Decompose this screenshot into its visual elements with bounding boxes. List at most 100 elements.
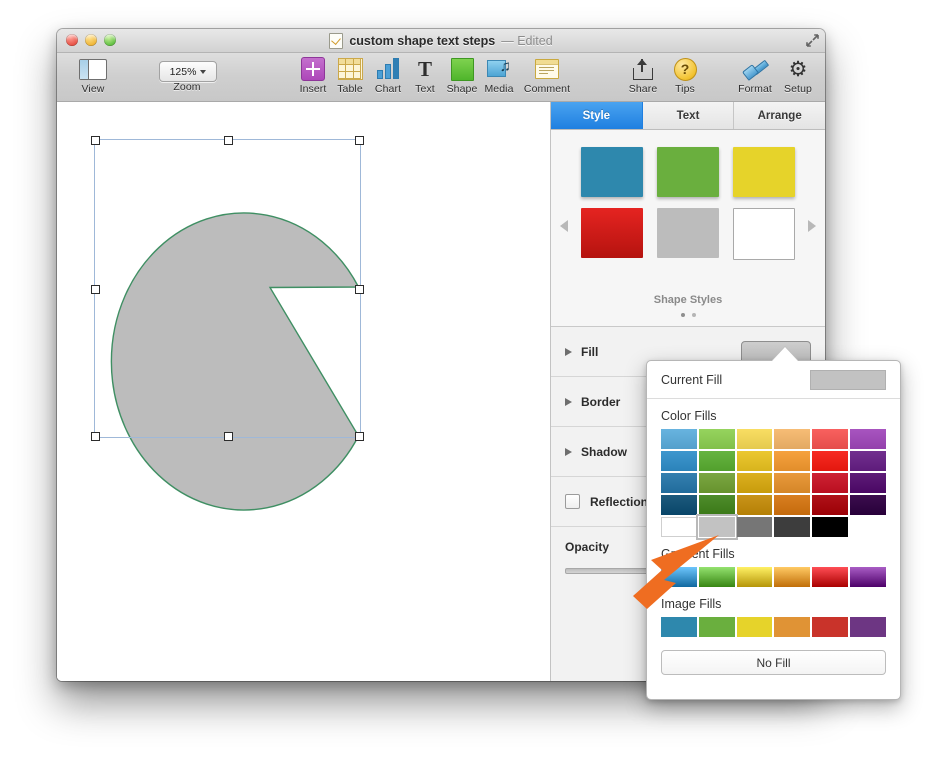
color-swatch-r5-c5[interactable] xyxy=(812,517,849,537)
shape-style-swatch-6[interactable] xyxy=(733,208,795,260)
color-swatch-r4-c1[interactable] xyxy=(661,495,697,515)
image-swatch-3[interactable] xyxy=(736,617,773,637)
color-swatch-r2-c4[interactable] xyxy=(774,451,811,471)
toolbar-button-setup[interactable]: ⚙ Setup xyxy=(771,57,825,96)
color-swatch-r4-c6[interactable] xyxy=(850,495,886,515)
gradient-swatch-4[interactable] xyxy=(774,567,811,587)
color-swatch-r4-c4[interactable] xyxy=(774,495,811,515)
color-swatch-r2-c2[interactable] xyxy=(698,451,735,471)
disclosure-triangle-icon[interactable] xyxy=(565,447,572,456)
color-swatch-r5-c4[interactable] xyxy=(774,517,811,537)
color-swatch-r3-c2[interactable] xyxy=(698,473,735,493)
color-fills-section: Color Fills xyxy=(647,399,900,540)
color-swatch-r4-c5[interactable] xyxy=(812,495,849,515)
color-swatch-r1-c5[interactable] xyxy=(812,429,849,449)
image-swatch-6[interactable] xyxy=(850,617,886,637)
image-swatch-5[interactable] xyxy=(812,617,849,637)
resize-handle-bottom-right[interactable] xyxy=(355,432,364,441)
resize-handle-middle-right[interactable] xyxy=(355,284,364,294)
color-swatch-r1-c3[interactable] xyxy=(736,429,773,449)
main-toolbar: View 125% Zoom Insert Table Chart T Text… xyxy=(57,53,825,102)
toolbar-label-tips: Tips xyxy=(675,83,695,95)
color-fills-grid xyxy=(661,429,886,540)
page-dot-2[interactable] xyxy=(691,313,696,317)
page-dot-1[interactable] xyxy=(680,313,685,317)
shape-style-swatch-4[interactable] xyxy=(581,208,643,258)
text-t-icon: T xyxy=(417,57,432,81)
color-swatch-r2-c5[interactable] xyxy=(812,451,849,471)
popover-tail xyxy=(772,347,798,361)
color-swatch-r1-c6[interactable] xyxy=(850,429,886,449)
gradient-fills-strip xyxy=(661,567,886,587)
image-swatch-1[interactable] xyxy=(661,617,697,637)
disclosure-triangle-icon[interactable] xyxy=(565,347,572,356)
image-swatch-4[interactable] xyxy=(774,617,811,637)
chevron-down-icon xyxy=(200,69,207,74)
image-fills-label: Image Fills xyxy=(661,597,722,611)
document-icon xyxy=(329,32,344,49)
color-swatch-r1-c1[interactable] xyxy=(661,429,697,449)
shape-style-swatch-5[interactable] xyxy=(657,208,719,258)
tab-style[interactable]: Style xyxy=(551,102,643,129)
resize-handle-top-center[interactable] xyxy=(223,136,233,145)
color-swatch-r3-c3[interactable] xyxy=(736,473,773,493)
shape-square-icon xyxy=(450,57,474,81)
styles-prev-arrow-icon[interactable] xyxy=(560,220,568,232)
format-brush-icon xyxy=(741,57,769,81)
fullscreen-icon[interactable] xyxy=(805,33,820,48)
toolbar-label-view: View xyxy=(81,83,105,95)
color-swatch-r5-c3[interactable] xyxy=(736,517,773,537)
shape-style-swatch-2[interactable] xyxy=(657,147,719,197)
color-swatch-r4-c2[interactable] xyxy=(698,495,735,515)
slide-sheet[interactable] xyxy=(57,102,550,681)
gradient-swatch-3[interactable] xyxy=(736,567,773,587)
color-swatch-r3-c6[interactable] xyxy=(850,473,886,493)
color-swatch-r5-c2[interactable] xyxy=(695,514,738,540)
zoom-level-value: 125% xyxy=(169,65,197,78)
image-swatch-2[interactable] xyxy=(698,617,735,637)
styles-next-arrow-icon[interactable] xyxy=(808,220,816,232)
gradient-swatch-6[interactable] xyxy=(850,567,886,587)
color-swatch-r4-c3[interactable] xyxy=(736,495,773,515)
color-swatch-r3-c5[interactable] xyxy=(812,473,849,493)
gradient-swatch-5[interactable] xyxy=(812,567,849,587)
toolbar-label-zoom: Zoom xyxy=(173,81,201,93)
shape-styles-pane: Shape Styles xyxy=(551,130,825,327)
current-fill-swatch xyxy=(810,369,886,390)
toolbar-button-comment[interactable]: Comment xyxy=(514,57,580,95)
disclosure-triangle-icon[interactable] xyxy=(565,397,572,406)
window-titlebar: custom shape text steps — Edited xyxy=(57,29,825,53)
shape-style-swatch-1[interactable] xyxy=(581,147,643,197)
toolbar-button-view[interactable]: View xyxy=(66,57,120,95)
shape-style-swatch-3[interactable] xyxy=(733,147,795,197)
color-swatch-r3-c4[interactable] xyxy=(774,473,811,493)
color-swatch-r5-c6 xyxy=(850,517,886,537)
tab-text[interactable]: Text xyxy=(643,102,735,129)
tab-arrange[interactable]: Arrange xyxy=(734,102,825,129)
toolbar-label-share: Share xyxy=(628,83,658,95)
gradient-swatch-2[interactable] xyxy=(698,567,735,587)
color-swatch-r1-c4[interactable] xyxy=(774,429,811,449)
no-fill-button[interactable]: No Fill xyxy=(661,650,886,675)
color-swatch-r2-c3[interactable] xyxy=(736,451,773,471)
document-canvas[interactable] xyxy=(57,102,551,681)
view-panel-icon xyxy=(79,57,107,81)
color-swatch-r2-c1[interactable] xyxy=(661,451,697,471)
resize-handle-middle-left[interactable] xyxy=(91,284,100,294)
resize-handle-top-left[interactable] xyxy=(91,136,100,145)
color-swatch-r1-c2[interactable] xyxy=(698,429,735,449)
fill-popover: Current Fill Color Fills Gradient Fills … xyxy=(646,360,901,700)
section-label-border: Border xyxy=(581,394,621,409)
resize-handle-bottom-center[interactable] xyxy=(223,432,233,441)
resize-handle-bottom-left[interactable] xyxy=(91,432,100,441)
shape-styles-caption: Shape Styles xyxy=(653,294,723,306)
color-swatch-r2-c6[interactable] xyxy=(850,451,886,471)
resize-handle-top-right[interactable] xyxy=(355,136,364,145)
reflection-checkbox[interactable] xyxy=(565,494,580,509)
media-photo-note-icon: ♫ xyxy=(487,57,511,81)
toolbar-button-tips[interactable]: ? Tips xyxy=(658,57,712,95)
image-fills-section: Image Fills xyxy=(647,587,900,637)
color-swatch-r3-c1[interactable] xyxy=(661,473,697,493)
color-swatch-r5-c1[interactable] xyxy=(661,517,697,537)
gradient-swatch-1[interactable] xyxy=(661,567,697,587)
